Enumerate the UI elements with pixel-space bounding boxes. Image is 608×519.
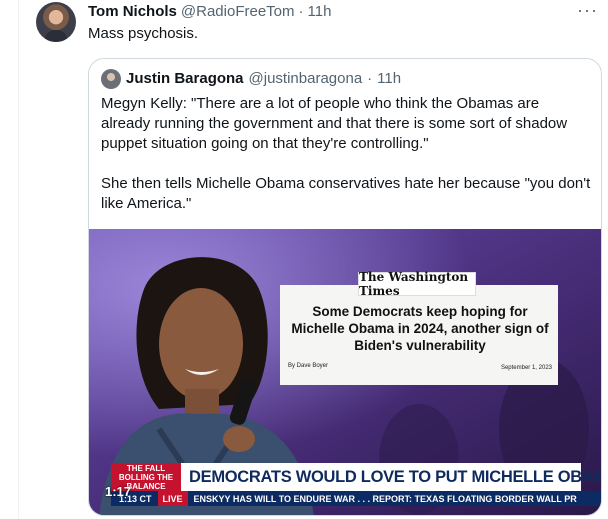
tweet[interactable]: Tom Nichols @RadioFreeTom · 11h ··· Mass… bbox=[34, 0, 608, 519]
newspaper-byline: By Dave Boyer bbox=[288, 363, 329, 369]
newspaper-headline: Some Democrats keep hoping for Michelle … bbox=[291, 304, 549, 353]
quoted-video[interactable]: The Washington Times Some Democrats keep… bbox=[89, 229, 601, 515]
quoted-meta-separator: · bbox=[367, 70, 373, 87]
author-handle[interactable]: @RadioFreeTom bbox=[181, 3, 295, 21]
author-name[interactable]: Tom Nichols bbox=[88, 3, 177, 21]
quoted-author-handle[interactable]: @justinbaragona bbox=[249, 69, 363, 89]
quoted-tweet[interactable]: Justin Baragona @justinbaragona · 11h Me… bbox=[88, 58, 602, 516]
newspaper-dateline: September 1, 2023 bbox=[500, 365, 552, 371]
author-avatar[interactable] bbox=[36, 2, 76, 42]
tweet-text: Mass psychosis. bbox=[88, 25, 199, 42]
news-ticker: 1:13 CT LIVE ENSKYY HAS WILL TO ENDURE W… bbox=[111, 491, 601, 506]
quoted-author-avatar[interactable] bbox=[101, 69, 121, 89]
tweet-time[interactable]: 11h bbox=[308, 3, 332, 21]
meta-separator: · bbox=[298, 3, 304, 20]
quoted-tweet-header: Justin Baragona @justinbaragona · 11h bbox=[101, 69, 401, 89]
news-banner-headline: DEMOCRATS WOULD LOVE TO PUT MICHELLE OBA… bbox=[189, 468, 601, 486]
more-horizontal-icon[interactable]: ··· bbox=[577, 0, 598, 21]
quoted-tweet-text: Megyn Kelly: "There are a lot of people … bbox=[101, 95, 591, 212]
newspaper-masthead: The Washington Times bbox=[358, 270, 476, 298]
timeline-divider bbox=[18, 0, 19, 519]
quoted-tweet-time[interactable]: 11h bbox=[377, 69, 401, 89]
ticker-crawl: ENSKYY HAS WILL TO ENDURE WAR . . . REPO… bbox=[193, 493, 577, 504]
quoted-author-name[interactable]: Justin Baragona bbox=[126, 69, 244, 89]
video-timestamp: 1:17 bbox=[105, 484, 132, 499]
ticker-live-badge: LIVE bbox=[157, 491, 188, 506]
tweet-header: Tom Nichols @RadioFreeTom · 11h bbox=[88, 3, 331, 21]
